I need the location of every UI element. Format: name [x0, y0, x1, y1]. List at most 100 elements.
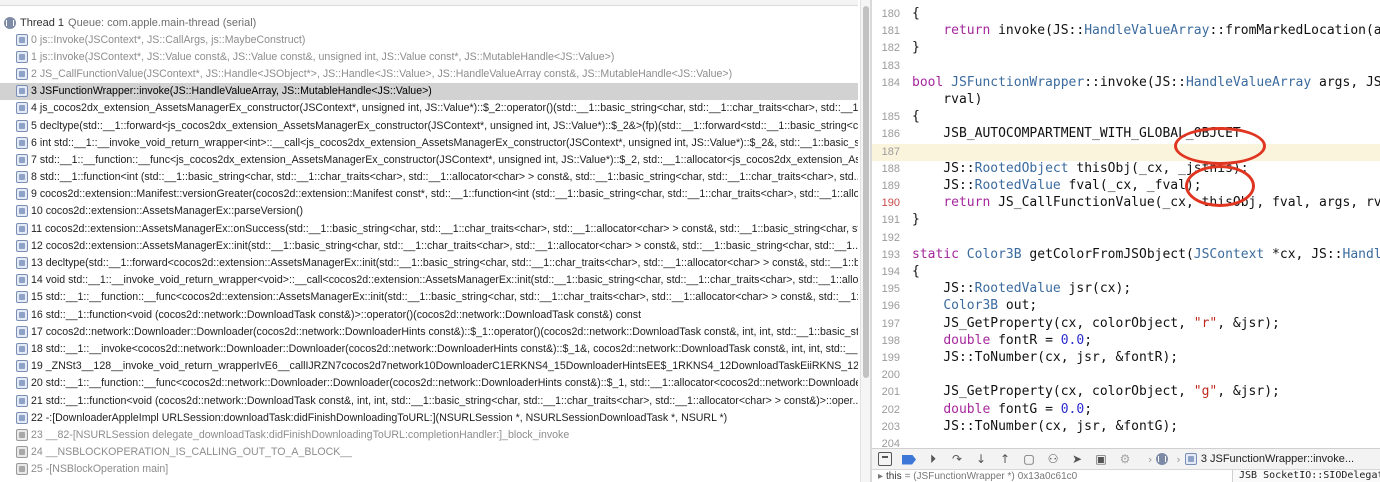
line-number[interactable]: 185 — [872, 111, 900, 123]
code-line[interactable]: 188 JS::RootedObject thisObj(_cx, _jsthi… — [872, 161, 1380, 178]
line-number[interactable]: 184 — [872, 77, 900, 89]
code-line[interactable]: 187 — [872, 143, 1380, 161]
line-number[interactable]: 197 — [872, 318, 900, 330]
line-number[interactable]: 203 — [872, 421, 900, 433]
stack-frame-row[interactable]: 18 std::__1::__invoke<cocos2d::network::… — [0, 340, 858, 357]
environment-overrides-icon[interactable]: ⚙ — [1118, 452, 1132, 466]
continue-icon[interactable]: ⏵ — [926, 452, 940, 466]
line-number[interactable]: 191 — [872, 214, 900, 226]
stack-frame-row[interactable]: 17 cocos2d::network::Downloader::Downloa… — [0, 323, 858, 340]
code-line[interactable]: 204 — [872, 436, 1380, 448]
code-line[interactable]: 194 { — [872, 264, 1380, 281]
code-line[interactable]: 190 return JS_CallFunctionValue(_cx, thi… — [872, 195, 1380, 212]
line-number[interactable]: 187 — [872, 146, 900, 158]
stack-frame-row[interactable]: 13 decltype(std::__1::forward<cocos2d::e… — [0, 254, 858, 271]
stack-frame-row[interactable]: 16 std::__1::function<void (cocos2d::net… — [0, 306, 858, 323]
code-line[interactable]: 180 { — [872, 6, 1380, 23]
stack-frame-row[interactable]: 23 __82-[NSURLSession delegate_downloadT… — [0, 426, 858, 443]
stack-frame-row[interactable]: 4 js_cocos2dx_extension_AssetsManagerEx_… — [0, 100, 858, 117]
code-line[interactable]: 197 JS_GetProperty(cx, colorObject, "r",… — [872, 316, 1380, 333]
navigator-scroll-thumb[interactable] — [863, 6, 869, 378]
line-number[interactable]: 180 — [872, 8, 900, 20]
breakpoints-toggle-icon[interactable] — [902, 454, 916, 465]
console-output[interactable]: JSB SocketIO::SIODelegat — [1232, 470, 1380, 482]
stack-frame-row[interactable]: 8 std::__1::function<int (std::__1::basi… — [0, 169, 858, 186]
code-line[interactable]: 193 static Color3B getColorFromJSObject(J… — [872, 247, 1380, 264]
line-number[interactable]: 194 — [872, 266, 900, 278]
stack-frame-row[interactable]: 0 js::Invoke(JSContext*, JS::CallArgs, j… — [0, 31, 858, 48]
code-text: { — [912, 264, 920, 279]
stack-frame-row[interactable]: 3 JSFunctionWrapper::invoke(JS::HandleVa… — [0, 82, 858, 100]
code-line[interactable]: 196 Color3B out; — [872, 298, 1380, 315]
line-number[interactable]: 182 — [872, 42, 900, 54]
code-line[interactable]: 191} — [872, 212, 1380, 229]
code-line[interactable]: 183 — [872, 58, 1380, 75]
line-number[interactable]: 189 — [872, 180, 900, 192]
stack-frame-row[interactable]: 19 _ZNSt3__128__invoke_void_return_wrapp… — [0, 358, 858, 375]
line-number[interactable]: 190 — [872, 197, 900, 209]
navigator-scrollbar[interactable] — [860, 0, 870, 482]
code-line[interactable]: 199 JS::ToNumber(cx, jsr, &fontR); — [872, 350, 1380, 367]
code-line[interactable]: 189 JS::RootedValue fval(_cx, _fval); — [872, 178, 1380, 195]
line-number[interactable]: 183 — [872, 60, 900, 72]
simulate-location-icon[interactable]: ➤ — [1070, 452, 1084, 466]
step-into-icon[interactable]: ↓ — [974, 452, 988, 466]
line-number[interactable]: 186 — [872, 128, 900, 140]
line-number[interactable]: 192 — [872, 232, 900, 244]
line-number[interactable]: 201 — [872, 386, 900, 398]
stack-frame-row[interactable]: 25 -[NSBlockOperation main] — [0, 461, 858, 478]
code-line[interactable]: 185 { — [872, 109, 1380, 126]
stack-frame-row[interactable]: 10 cocos2d::extension::AssetsManagerEx::… — [0, 203, 858, 220]
stack-frame-row[interactable]: 1 js::Invoke(JSContext*, JS::Value const… — [0, 48, 858, 65]
stack-frame-row[interactable]: 21 std::__1::function<void (cocos2d::net… — [0, 392, 858, 409]
thread-row[interactable]: Thread 1 Queue: com.apple.main-thread (s… — [0, 14, 858, 31]
code-line[interactable]: 203 JS::ToNumber(cx, jsr, &fontG); — [872, 419, 1380, 436]
code-text: return invoke(JS::HandleValueArray::from… — [943, 23, 1380, 39]
camera-icon[interactable]: ▣ — [1094, 452, 1108, 466]
line-number[interactable]: 199 — [872, 352, 900, 364]
code-line[interactable]: 202 double fontG = 0.0; — [872, 402, 1380, 419]
stack-frame-row[interactable]: 7 std::__1::__function::__func<js_cocos2… — [0, 151, 858, 168]
stack-frame-row[interactable]: 12 cocos2d::extension::AssetsManagerEx::… — [0, 237, 858, 254]
source-editor[interactable]: 205 JS_GetProperty(cx, colorObject, "b",… — [872, 0, 1380, 448]
stack-frame-row[interactable]: 11 cocos2d::extension::AssetsManagerEx::… — [0, 220, 858, 237]
line-number[interactable]: 202 — [872, 404, 900, 416]
line-number[interactable]: 196 — [872, 300, 900, 312]
code-line[interactable]: 184 bool JSFunctionWrapper::invoke(JS::Ha… — [872, 75, 1380, 92]
step-over-icon[interactable]: ↷ — [950, 452, 964, 466]
stack-frame-row[interactable]: 2 JS_CallFunctionValue(JSContext*, JS::H… — [0, 65, 858, 82]
stack-frame-row[interactable]: 5 decltype(std::__1::forward<js_cocos2dx… — [0, 117, 858, 134]
line-number[interactable]: 193 — [872, 249, 900, 261]
line-number[interactable]: 200 — [872, 369, 900, 381]
breadcrumb[interactable]: › › 3 JSFunctionWrapper::invoke... — [1144, 453, 1354, 466]
stack-frame-row[interactable]: 14 void std::__1::__invoke_void_return_w… — [0, 272, 858, 289]
code-line[interactable]: 201 JS_GetProperty(cx, colorObject, "g",… — [872, 384, 1380, 401]
stack-frame-row[interactable]: 24 __NSBLOCKOPERATION_IS_CALLING_OUT_TO_… — [0, 444, 858, 461]
memory-graph-icon[interactable]: ⚇ — [1046, 452, 1060, 466]
stack-frame-row[interactable]: 15 std::__1::__function::__func<cocos2d:… — [0, 289, 858, 306]
line-number[interactable]: 181 — [872, 25, 900, 37]
variable-name[interactable]: this — [886, 471, 902, 482]
view-hierarchy-icon[interactable]: ▢ — [1022, 452, 1036, 466]
stack-frame-row[interactable]: 9 cocos2d::extension::Manifest::versionG… — [0, 186, 858, 203]
line-number[interactable]: 195 — [872, 283, 900, 295]
breadcrumb-frame[interactable]: 3 JSFunctionWrapper::invoke... — [1201, 453, 1354, 465]
code-line[interactable]: 186 JSB_AUTOCOMPARTMENT_WITH_GLOBAL_OBJC… — [872, 126, 1380, 143]
hide-debug-area-icon[interactable] — [878, 452, 892, 466]
code-line[interactable]: 195 JS::RootedValue jsr(cx); — [872, 281, 1380, 298]
stack-frame-row[interactable]: 6 int std::__1::__invoke_void_return_wra… — [0, 134, 858, 151]
stack-frame-label: 4 js_cocos2dx_extension_AssetsManagerEx_… — [31, 102, 858, 115]
code-line[interactable]: 200 — [872, 367, 1380, 384]
step-out-icon[interactable]: ↑ — [998, 452, 1012, 466]
code-line[interactable]: 181 return invoke(JS::HandleValueArray::… — [872, 23, 1380, 40]
stack-frame-row[interactable]: 22 -:[DownloaderAppleImpl URLSession:dow… — [0, 409, 858, 426]
stack-frame-row[interactable]: 20 std::__1::__function::__func<cocos2d:… — [0, 375, 858, 392]
line-number[interactable]: 204 — [872, 438, 900, 448]
disclosure-triangle-icon[interactable]: ▸ — [878, 471, 883, 482]
code-line[interactable]: rval) — [872, 92, 1380, 109]
line-number[interactable]: 198 — [872, 335, 900, 347]
line-number[interactable]: 188 — [872, 163, 900, 175]
code-line[interactable]: 192 — [872, 230, 1380, 247]
code-line[interactable]: 182} — [872, 40, 1380, 57]
code-line[interactable]: 198 double fontR = 0.0; — [872, 333, 1380, 350]
